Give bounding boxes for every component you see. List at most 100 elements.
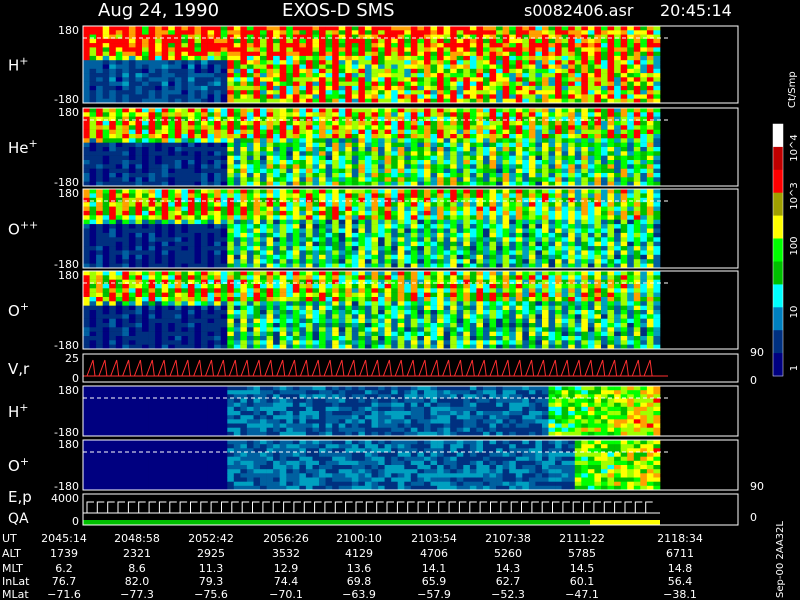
spectrogram-cell (653, 173, 661, 178)
spectrogram-cell (312, 43, 320, 48)
spectrogram-cell (397, 55, 405, 61)
spectrogram-cell (135, 323, 143, 328)
spectrogram-cell (437, 73, 444, 78)
spectrogram-cell (594, 168, 602, 174)
spectrogram-cell (207, 138, 215, 143)
spectrogram-cell (384, 250, 392, 256)
spectrogram-cell (620, 202, 628, 207)
spectrogram-cell (384, 219, 392, 225)
spectrogram-cell (528, 34, 536, 40)
spectrogram-cell (89, 331, 97, 337)
spectrogram-cell (430, 250, 438, 256)
spectrogram-cell (102, 85, 110, 91)
spectrogram-cell (574, 246, 582, 251)
spectrogram-cell (312, 193, 320, 199)
spectrogram-cell (305, 151, 313, 156)
spectrogram-cell (601, 219, 608, 225)
spectrogram-cell (135, 68, 143, 74)
spectrogram-cell (102, 108, 110, 113)
spectrogram-cell (489, 259, 497, 264)
spectrogram-cell (168, 232, 176, 238)
spectrogram-cell (332, 73, 340, 78)
spectrogram-cell (338, 177, 346, 182)
spectrogram-cell (476, 219, 484, 225)
spectrogram-cell (515, 147, 523, 152)
spectrogram-cell (187, 151, 195, 156)
spectrogram-cell (194, 116, 202, 122)
spectrogram-cell (515, 241, 523, 247)
spectrogram-cell (214, 30, 221, 35)
spectrogram-cell (561, 34, 569, 40)
spectrogram-cell (522, 173, 530, 178)
spectrogram-cell (581, 26, 589, 31)
spectrogram-cell (83, 232, 90, 238)
spectrogram-cell (109, 147, 117, 152)
panel-he1: 180-180He+ (8, 106, 739, 189)
spectrogram-cell (640, 237, 648, 242)
spectrogram-cell (246, 34, 254, 40)
spectrogram-cell (273, 147, 280, 152)
spectrogram-cell (194, 210, 202, 216)
spectrogram-cell (102, 250, 110, 256)
spectrogram-cell (469, 129, 477, 135)
spectrogram-cell (397, 189, 405, 194)
spectrogram-cell (155, 160, 162, 165)
spectrogram-cell (469, 38, 477, 44)
spectrogram-cell (522, 250, 530, 256)
spectrogram-cell (194, 85, 202, 91)
spectrogram-cell (273, 77, 280, 82)
spectrogram-cell (312, 241, 320, 247)
spectrogram-cell (581, 85, 589, 91)
spectrogram-cell (424, 237, 431, 242)
spectrogram-cell (135, 173, 143, 178)
spectrogram-cell (601, 259, 608, 264)
spectrogram-cell (443, 51, 451, 57)
spectrogram-cell (187, 121, 195, 126)
spectrogram-cell (148, 241, 156, 247)
spectrogram-cell (279, 210, 287, 216)
spectrogram-cell (627, 164, 635, 169)
spectrogram-cell (509, 116, 517, 122)
spectrogram-cell (115, 254, 123, 260)
spectrogram-cell (535, 206, 543, 212)
spectrogram-cell (96, 142, 103, 148)
spectrogram-cell (89, 85, 97, 91)
spectrogram-cell (528, 77, 536, 82)
spectrogram-cell (128, 232, 136, 238)
spectrogram-cell (233, 108, 241, 113)
spectrogram-cell (102, 232, 110, 238)
spectrogram-cell (109, 215, 117, 220)
spectrogram-cell (404, 64, 412, 70)
spectrogram-cell (627, 250, 635, 256)
spectrogram-cell (135, 259, 143, 264)
spectrogram-cell (292, 77, 300, 82)
spectrogram-cell (109, 68, 117, 74)
spectrogram-cell (614, 164, 621, 169)
spectrogram-cell (89, 232, 97, 238)
spectrogram-cell (155, 279, 162, 285)
spectrogram-cell (240, 147, 248, 152)
spectrogram-cell (640, 155, 648, 161)
spectrogram-cell (469, 26, 477, 31)
spectrogram-cell (430, 197, 438, 203)
spectrogram-cell (168, 134, 176, 139)
spectrogram-cell (476, 151, 484, 156)
spectrogram-cell (305, 259, 313, 264)
spectrogram-cell (378, 90, 385, 95)
spectrogram-cell (155, 323, 162, 328)
spectrogram-cell (135, 26, 143, 31)
spectrogram-cell (207, 116, 215, 122)
spectrogram-cell (502, 125, 510, 130)
spectrogram-cell (305, 147, 313, 152)
spectrogram-cell (384, 116, 392, 122)
spectrogram-cell (174, 250, 182, 256)
spectrogram-cell (332, 43, 340, 48)
spectrogram-cell (102, 47, 110, 52)
spectrogram-cell (299, 121, 307, 126)
spectrogram-cell (653, 155, 661, 161)
spectrogram-cell (397, 250, 405, 256)
spectrogram-cell (633, 60, 641, 65)
spectrogram-cell (338, 237, 346, 242)
spectrogram-cell (299, 116, 307, 122)
spectrogram-cell (187, 197, 195, 203)
